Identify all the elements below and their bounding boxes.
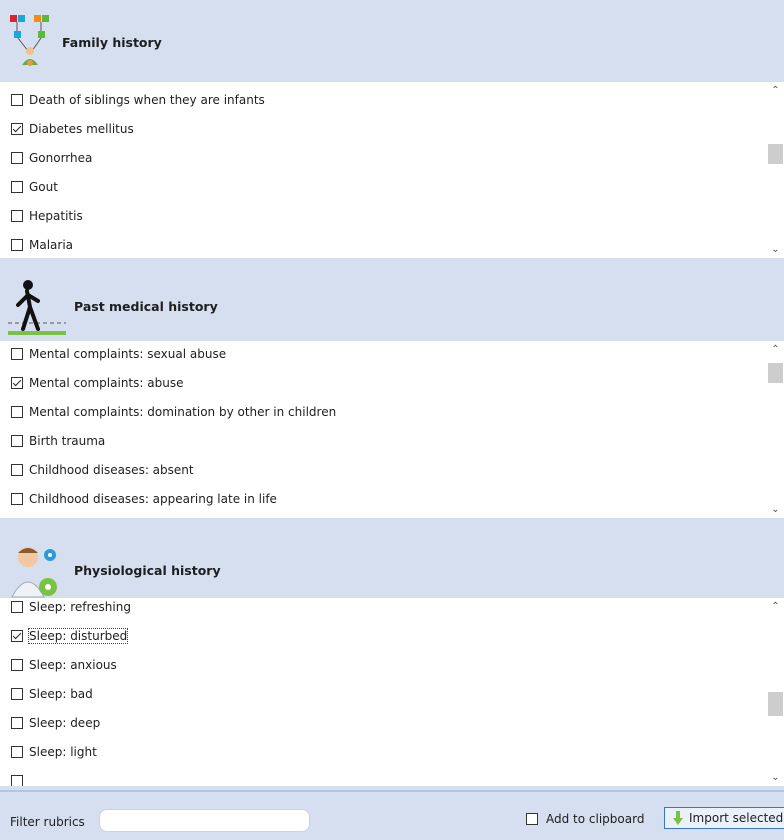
list-item[interactable]: [11, 772, 29, 786]
item-label: Sleep: anxious: [29, 658, 117, 672]
scroll-thumb[interactable]: [768, 363, 783, 383]
family-history-section: Family history Death of siblings when th…: [0, 0, 784, 260]
list-item[interactable]: Childhood diseases: appearing late in li…: [11, 490, 277, 508]
list-item[interactable]: Mental complaints: sexual abuse: [11, 345, 226, 363]
list-item[interactable]: Sleep: disturbed: [11, 627, 129, 645]
checkbox[interactable]: [11, 746, 23, 758]
person-gears-icon: [11, 547, 57, 598]
item-label: Childhood diseases: absent: [29, 463, 194, 477]
list-item[interactable]: Mental complaints: domination by other i…: [11, 403, 336, 421]
clipboard-checkbox[interactable]: [526, 813, 538, 825]
checkbox[interactable]: [11, 94, 23, 106]
list-item[interactable]: Sleep: light: [11, 743, 97, 761]
past-medical-history-header: Past medical history: [8, 276, 218, 336]
scroll-up-button[interactable]: ⌃: [767, 82, 784, 99]
filter-label: Filter rubrics: [10, 815, 85, 829]
checkbox[interactable]: [11, 630, 23, 642]
item-label: Diabetes mellitus: [29, 122, 134, 136]
filter-input[interactable]: [99, 809, 310, 832]
add-to-clipboard-toggle[interactable]: Add to clipboard: [526, 812, 644, 826]
checkbox[interactable]: [11, 123, 23, 135]
vertical-scrollbar[interactable]: ⌃ ⌄: [767, 598, 784, 786]
past-medical-history-title: Past medical history: [74, 298, 218, 314]
item-label: Malaria: [29, 238, 74, 252]
checkbox[interactable]: [11, 464, 23, 476]
checkbox[interactable]: [11, 239, 23, 251]
list-item[interactable]: Diabetes mellitus: [11, 120, 134, 138]
chevron-up-icon: ⌃: [771, 344, 780, 355]
list-item[interactable]: Gonorrhea: [11, 149, 92, 167]
item-label: Birth trauma: [29, 434, 106, 448]
item-label: Childhood diseases: appearing late in li…: [29, 492, 277, 506]
item-label: Mental complaints: abuse: [29, 376, 184, 390]
list-item[interactable]: Gout: [11, 178, 58, 196]
chevron-down-icon: ⌄: [771, 504, 780, 515]
family-tree-icon: [10, 15, 49, 66]
vertical-scrollbar[interactable]: ⌃ ⌄: [767, 341, 784, 518]
checkbox[interactable]: [11, 717, 23, 729]
scroll-down-button[interactable]: ⌄: [767, 769, 784, 786]
list-item[interactable]: Malaria: [11, 236, 73, 254]
list-item[interactable]: Mental complaints: abuse: [11, 374, 183, 392]
scroll-up-button[interactable]: ⌃: [767, 341, 784, 358]
family-history-title: Family history: [62, 34, 162, 50]
item-label: Sleep: light: [29, 745, 97, 759]
list-item[interactable]: Sleep: anxious: [11, 656, 117, 674]
clipboard-label: Add to clipboard: [546, 812, 645, 826]
physiological-history-list[interactable]: Sleep: refreshing Sleep: disturbed Sleep…: [0, 598, 784, 786]
walking-person-icon: [8, 280, 66, 335]
scroll-down-button[interactable]: ⌄: [767, 241, 784, 258]
past-medical-history-list[interactable]: Mental complaints: sexual abuse Mental c…: [0, 341, 784, 518]
item-label: Gonorrhea: [29, 151, 93, 165]
family-history-header: Family history: [8, 12, 162, 72]
scroll-thumb[interactable]: [768, 144, 783, 164]
checkbox[interactable]: [11, 406, 23, 418]
list-item[interactable]: Sleep: bad: [11, 685, 93, 703]
chevron-down-icon: ⌄: [771, 244, 780, 255]
item-label: Sleep: refreshing: [29, 600, 131, 614]
vertical-scrollbar[interactable]: ⌃ ⌄: [767, 82, 784, 258]
import-label: Import selected: [689, 811, 784, 825]
checkbox[interactable]: [11, 181, 23, 193]
checkbox[interactable]: [11, 210, 23, 222]
checkbox[interactable]: [11, 152, 23, 164]
item-label: Mental complaints: sexual abuse: [29, 347, 227, 361]
chevron-down-icon: ⌄: [771, 772, 780, 783]
list-item[interactable]: Hepatitis: [11, 207, 83, 225]
checkbox[interactable]: [11, 775, 23, 786]
checkbox[interactable]: [11, 688, 23, 700]
item-label: Gout: [29, 180, 58, 194]
item-label: Mental complaints: domination by other i…: [29, 405, 337, 419]
checkbox[interactable]: [11, 601, 23, 613]
physiological-history-section: Physiological history Sleep: refreshing …: [0, 532, 784, 788]
list-item[interactable]: Sleep: deep: [11, 714, 100, 732]
chevron-up-icon: ⌃: [771, 601, 780, 612]
scroll-down-button[interactable]: ⌄: [767, 501, 784, 518]
list-item[interactable]: Death of siblings when they are infants: [11, 91, 265, 109]
item-label: Sleep: bad: [29, 687, 93, 701]
list-item[interactable]: Birth trauma: [11, 432, 105, 450]
past-medical-history-section: Past medical history Mental complaints: …: [0, 270, 784, 520]
item-label: Hepatitis: [29, 209, 83, 223]
checkbox[interactable]: [11, 377, 23, 389]
footer-bar: Filter rubrics Add to clipboard Import s…: [0, 790, 784, 840]
import-arrow-icon: [673, 811, 683, 825]
item-label: Sleep: disturbed: [27, 628, 129, 644]
physiological-history-title: Physiological history: [74, 562, 221, 578]
item-label: Death of siblings when they are infants: [29, 93, 265, 107]
list-item[interactable]: Sleep: refreshing: [11, 598, 131, 616]
list-item[interactable]: Childhood diseases: absent: [11, 461, 194, 479]
scroll-thumb[interactable]: [768, 692, 783, 716]
physiological-history-header: Physiological history: [8, 540, 221, 600]
checkbox[interactable]: [11, 659, 23, 671]
checkbox[interactable]: [11, 493, 23, 505]
checkbox[interactable]: [11, 348, 23, 360]
item-label: Sleep: deep: [29, 716, 101, 730]
chevron-up-icon: ⌃: [771, 85, 780, 96]
scroll-up-button[interactable]: ⌃: [767, 598, 784, 615]
import-selected-button[interactable]: Import selected: [664, 807, 784, 829]
family-history-list[interactable]: Death of siblings when they are infants …: [0, 82, 784, 258]
checkbox[interactable]: [11, 435, 23, 447]
